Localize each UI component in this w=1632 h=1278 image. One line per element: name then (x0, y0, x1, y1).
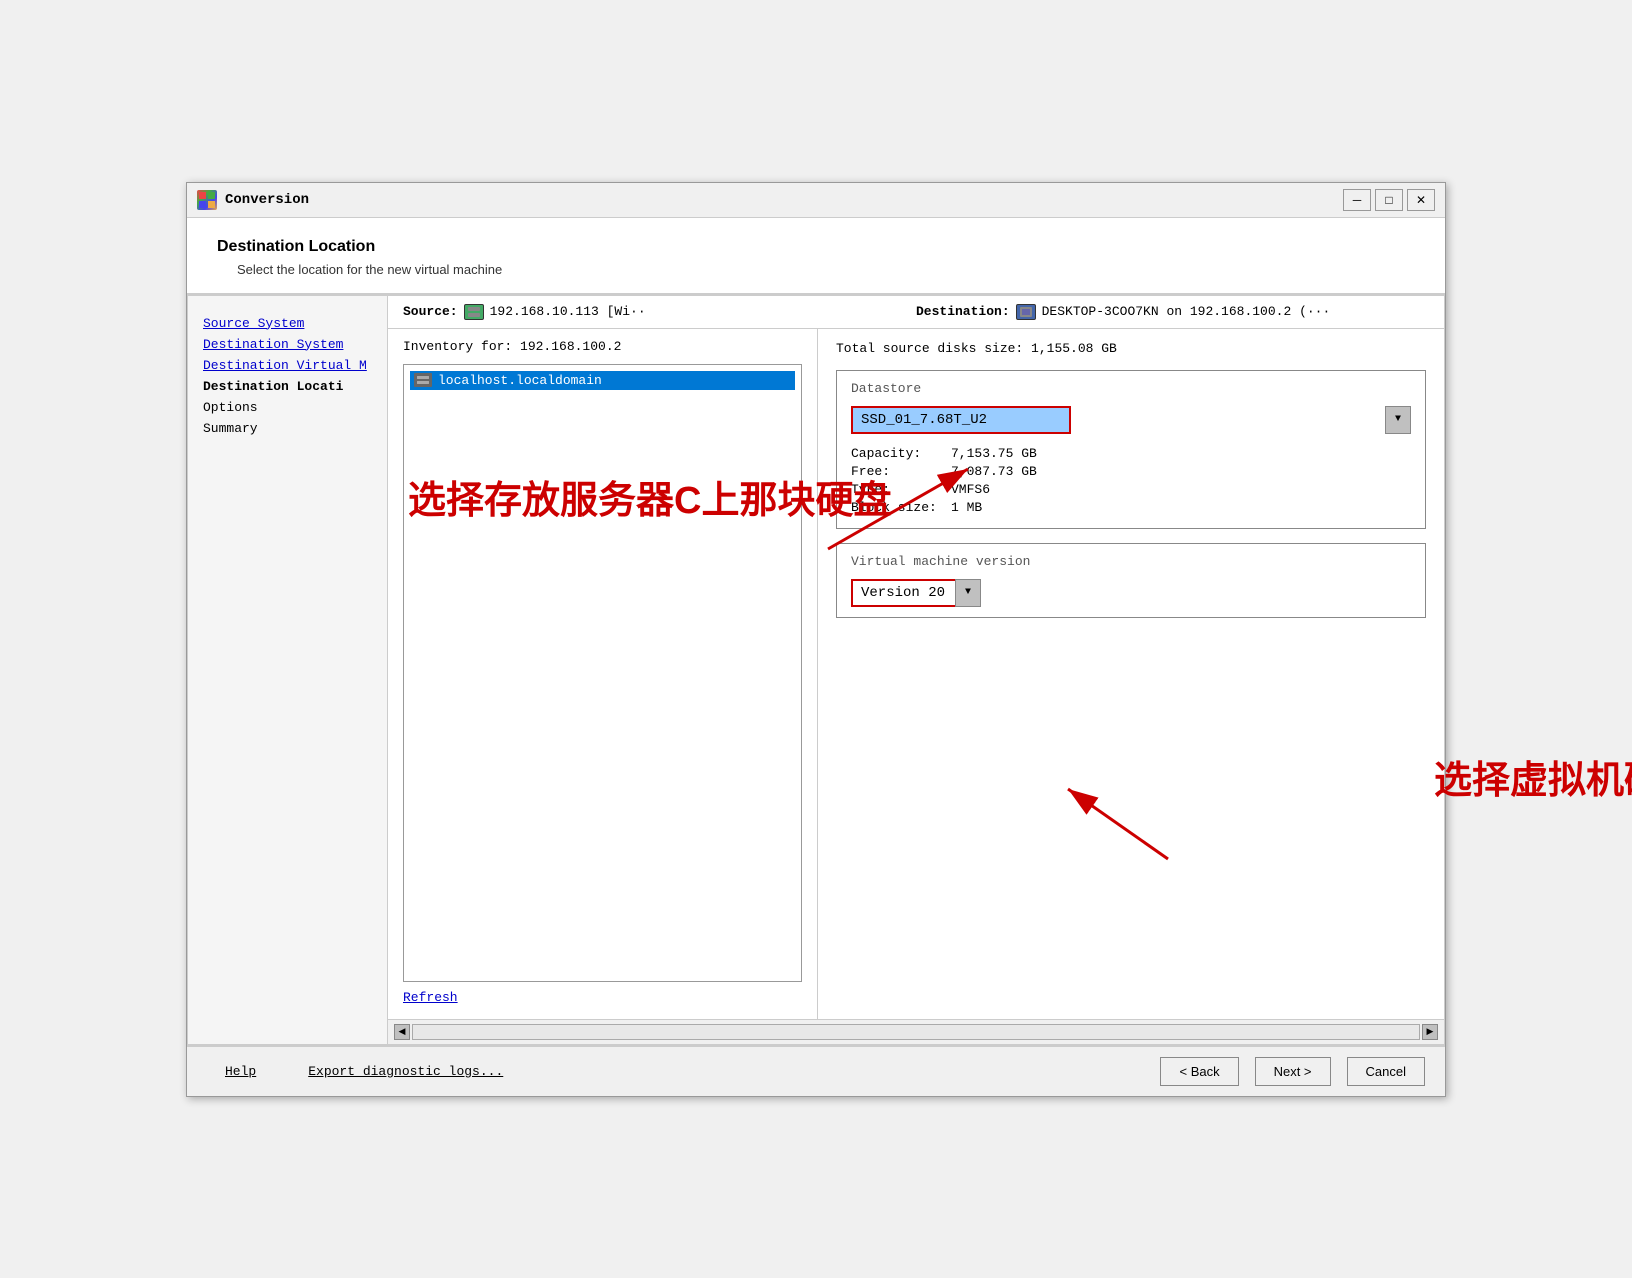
total-size-label: Total source disks size: (836, 341, 1023, 356)
header-section: Destination Location Select the location… (187, 218, 1445, 295)
sidebar: Source System Destination System Destina… (188, 296, 388, 1044)
dropdown-arrow-icon: ▼ (1385, 406, 1411, 434)
dest-value: DESKTOP-3COO7KN on 192.168.100.2 (··· (1042, 304, 1331, 319)
server-tree-icon (414, 373, 432, 387)
top-bar: Source: 192.168.10.113 [Wi·· Destination… (388, 296, 1444, 329)
scroll-left-button[interactable]: ◀ (394, 1024, 410, 1040)
sidebar-item-destination-virtual[interactable]: Destination Virtual M (203, 358, 372, 373)
sidebar-item-destination-system[interactable]: Destination System (203, 337, 372, 352)
close-button[interactable]: ✕ (1407, 189, 1435, 211)
scroll-right-button[interactable]: ▶ (1422, 1024, 1438, 1040)
maximize-button[interactable]: □ (1375, 189, 1403, 211)
datastore-dropdown[interactable]: SSD_01_7.68T_U2 (851, 406, 1071, 434)
block-size-value: 1 MB (951, 500, 982, 515)
datastore-dropdown-wrapper: SSD_01_7.68T_U2 ▼ (851, 406, 1411, 434)
sidebar-item-options[interactable]: Options (203, 400, 372, 415)
export-logs-button[interactable]: Export diagnostic logs... (290, 1058, 521, 1085)
cancel-button[interactable]: Cancel (1347, 1057, 1425, 1086)
tree-item-localhost[interactable]: localhost.localdomain (410, 371, 795, 390)
version-dropdown[interactable]: Version 20 (851, 579, 981, 607)
bottom-bar: Help Export diagnostic logs... < Back Ne… (187, 1045, 1445, 1096)
next-button[interactable]: Next > (1255, 1057, 1331, 1086)
annotation-text-2: 选择虚拟机硬件兼容版本 (1434, 749, 1632, 804)
datastore-section: Datastore SSD_01_7.68T_U2 ▼ Capacity: 7,… (836, 370, 1426, 529)
source-value: 192.168.10.113 [Wi·· (490, 304, 646, 319)
capacity-row: Capacity: 7,153.75 GB (851, 446, 1411, 461)
source-info: Source: 192.168.10.113 [Wi·· (403, 304, 916, 320)
page-title: Destination Location (217, 238, 1415, 256)
title-bar: Conversion ─ □ ✕ (187, 183, 1445, 218)
split-panels: Inventory for: 192.168.100.2 localhost.l… (388, 329, 1444, 1019)
inventory-label: Inventory for: 192.168.100.2 (403, 339, 802, 354)
scroll-track[interactable] (412, 1024, 1420, 1040)
block-size-label: Block size: (851, 500, 951, 515)
vm-version-section: Virtual machine version Version 20 ▼ (836, 543, 1426, 618)
title-bar-left: Conversion (197, 190, 309, 210)
vm-version-title: Virtual machine version (851, 554, 1411, 569)
datastore-title: Datastore (851, 381, 1411, 396)
capacity-label: Capacity: (851, 446, 951, 461)
source-label: Source: (403, 304, 458, 319)
free-value: 7,087.73 GB (951, 464, 1037, 479)
tree-item-label: localhost.localdomain (438, 373, 602, 388)
dest-server-icon (1016, 304, 1036, 320)
source-server-icon (464, 304, 484, 320)
total-size: Total source disks size: 1,155.08 GB (836, 341, 1426, 356)
back-button[interactable]: < Back (1160, 1057, 1238, 1086)
window-title: Conversion (225, 192, 309, 208)
type-value: VMFS6 (951, 482, 990, 497)
sidebar-item-source-system[interactable]: Source System (203, 316, 372, 331)
page-subtitle: Select the location for the new virtual … (217, 262, 1415, 277)
main-content: Source System Destination System Destina… (187, 295, 1445, 1045)
dest-label: Destination: (916, 304, 1010, 319)
sidebar-item-summary[interactable]: Summary (203, 421, 372, 436)
app-icon (197, 190, 217, 210)
conversion-window: Conversion ─ □ ✕ Destination Location Se… (186, 182, 1446, 1097)
left-panel: Inventory for: 192.168.100.2 localhost.l… (388, 329, 818, 1019)
scrollbar: ◀ ▶ (388, 1019, 1444, 1044)
free-label: Free: (851, 464, 951, 479)
content-area: Source: 192.168.10.113 [Wi·· Destination… (388, 296, 1444, 1044)
inventory-tree[interactable]: localhost.localdomain (403, 364, 802, 982)
refresh-link[interactable]: Refresh (403, 982, 802, 1009)
title-bar-controls: ─ □ ✕ (1343, 189, 1435, 211)
type-row: Type: VMFS6 (851, 482, 1411, 497)
total-size-value: 1,155.08 GB (1031, 341, 1117, 356)
type-label: Type: (851, 482, 951, 497)
datastore-info: Capacity: 7,153.75 GB Free: 7,087.73 GB … (851, 446, 1411, 515)
dest-info: Destination: DESKTOP-3COO7KN on 192.168.… (916, 304, 1429, 320)
version-dropdown-wrapper: Version 20 ▼ (851, 579, 981, 607)
minimize-button[interactable]: ─ (1343, 189, 1371, 211)
block-size-row: Block size: 1 MB (851, 500, 1411, 515)
capacity-value: 7,153.75 GB (951, 446, 1037, 461)
free-row: Free: 7,087.73 GB (851, 464, 1411, 479)
sidebar-item-destination-location: Destination Locati (203, 379, 372, 394)
right-panel: Total source disks size: 1,155.08 GB Dat… (818, 329, 1444, 1019)
help-button[interactable]: Help (207, 1058, 274, 1085)
